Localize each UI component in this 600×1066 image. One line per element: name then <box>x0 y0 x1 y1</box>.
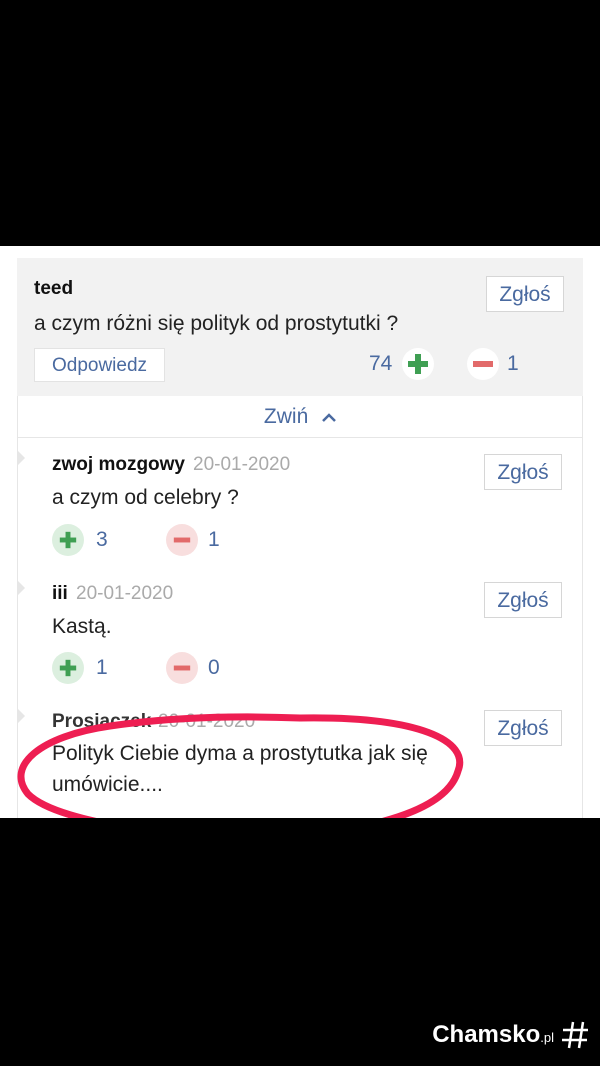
upvote-button[interactable] <box>52 524 84 556</box>
minus-icon <box>173 537 191 543</box>
reply-date: 20-01-2020 <box>193 454 291 475</box>
downvote-count: 0 <box>208 656 220 679</box>
reply-indent-marker <box>17 450 25 466</box>
reply-text-line-1: Polityk Ciebie dyma a prostytutka jak si… <box>52 742 428 765</box>
downvote-button[interactable] <box>467 348 499 380</box>
reply-text: a czym od celebry ? <box>52 486 239 509</box>
downvote-count: 1 <box>507 352 519 375</box>
collapse-replies-button[interactable]: Zwiń <box>17 396 583 438</box>
report-button[interactable]: Zgłoś <box>486 276 564 312</box>
downvote-button[interactable] <box>166 652 198 684</box>
downvote-count: 1 <box>208 528 220 551</box>
downvote-button[interactable] <box>166 524 198 556</box>
reply-date: 20-01-2020 <box>158 711 256 732</box>
report-button[interactable]: Zgłoś <box>484 582 562 618</box>
report-button[interactable]: Zgłoś <box>484 710 562 746</box>
minus-icon <box>473 361 493 367</box>
reply-author[interactable]: Prosiaczek <box>52 711 151 733</box>
reply-author[interactable]: iii <box>52 583 68 605</box>
reply-text: Kastą. <box>52 615 112 638</box>
main-comment: teed a czym różni się polityk od prostyt… <box>17 258 583 396</box>
reply-date: 20-01-2020 <box>76 583 174 604</box>
upvote-button[interactable] <box>402 348 434 380</box>
plus-icon <box>59 531 77 549</box>
reply-button[interactable]: Odpowiedz <box>34 348 165 382</box>
chamsko-watermark: Chamsko.pl <box>432 1018 590 1052</box>
upvote-button[interactable] <box>52 652 84 684</box>
reply-text-line-2: umówicie.... <box>52 773 163 796</box>
upvote-count: 74 <box>369 352 393 375</box>
reply-indent-marker <box>17 708 25 724</box>
plus-icon <box>408 354 428 374</box>
minus-icon <box>173 665 191 671</box>
report-button[interactable]: Zgłoś <box>484 454 562 490</box>
comment-text: a czym różni się polityk od prostytutki … <box>34 312 399 335</box>
comment-thread-screenshot: teed a czym różni się polityk od prostyt… <box>0 246 600 818</box>
upvote-count: 3 <box>96 528 108 551</box>
replies-list: zwoj mozgowy 20-01-2020 a czym od celebr… <box>17 438 583 818</box>
chevron-up-icon <box>322 413 336 422</box>
reply-author[interactable]: zwoj mozgowy <box>52 454 185 476</box>
comment-author[interactable]: teed <box>34 278 73 300</box>
collapse-label: Zwiń <box>263 405 309 428</box>
upvote-count: 1 <box>96 656 108 679</box>
plus-icon <box>59 659 77 677</box>
reply-indent-marker <box>17 580 25 596</box>
watermark-text: Chamsko.pl <box>432 1021 554 1048</box>
hashtag-icon <box>562 1021 588 1049</box>
